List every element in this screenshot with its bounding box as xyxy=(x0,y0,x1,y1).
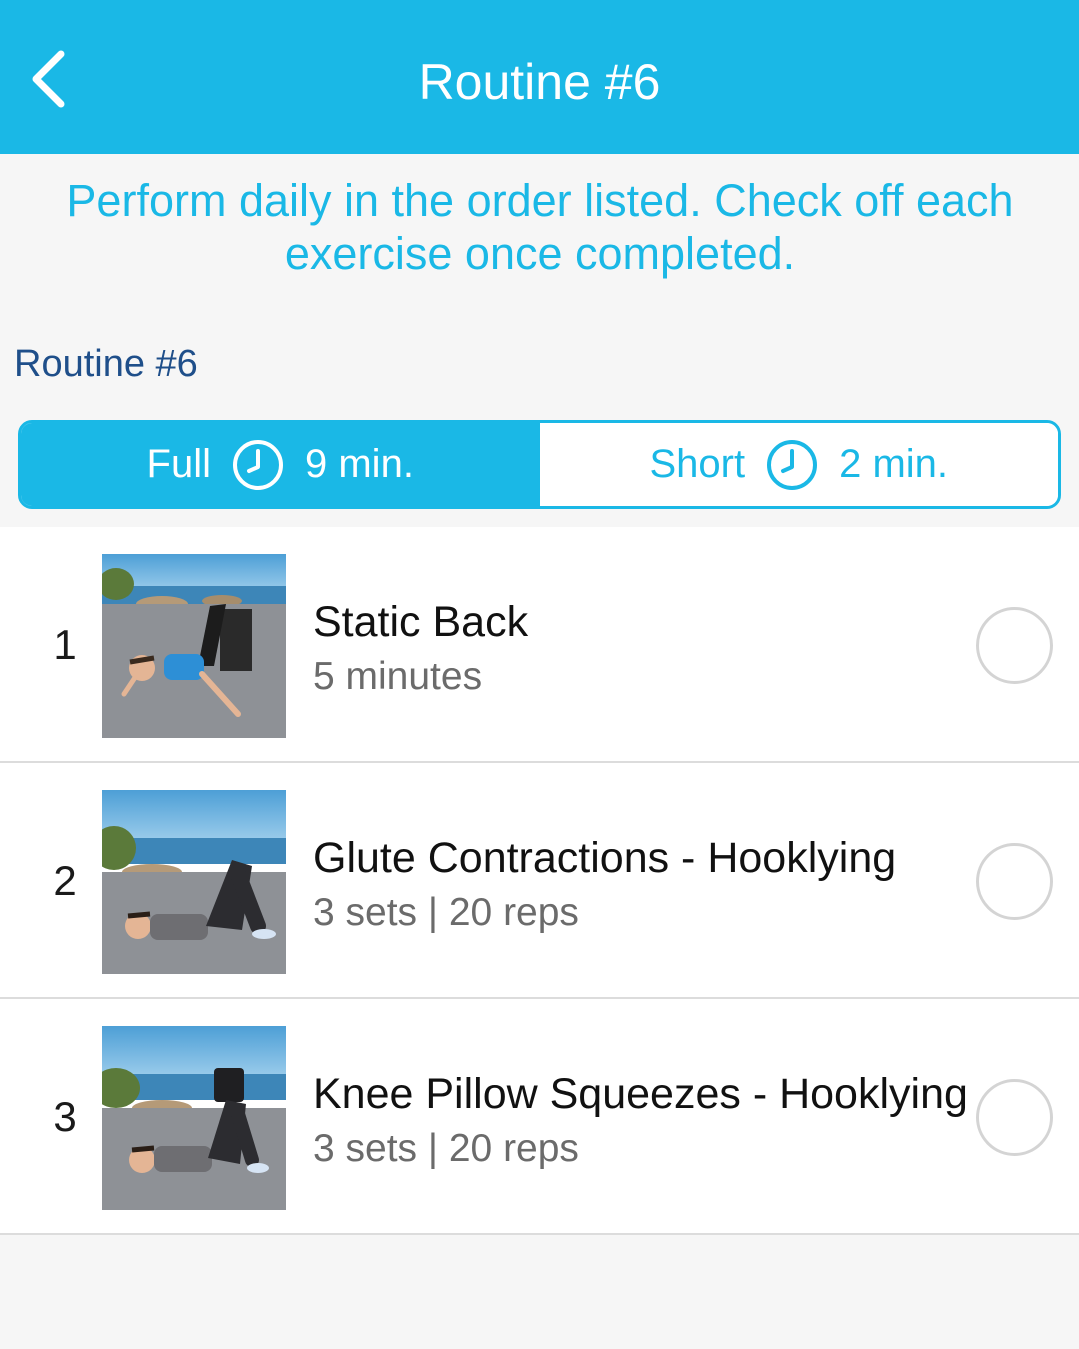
duration-toggle: Full 9 min. Short 2 min. xyxy=(18,420,1061,509)
clock-icon xyxy=(231,438,285,492)
exercise-number: 1 xyxy=(53,621,77,668)
exercise-row[interactable]: 2 Glute Contractions - Hooklying 3 sets … xyxy=(0,763,1079,999)
full-routine-tab[interactable]: Full 9 min. xyxy=(21,423,540,506)
full-duration: 9 min. xyxy=(305,442,414,486)
exercise-list: 1 Static Back 5 minutes 2 Glute Contract… xyxy=(0,527,1079,1235)
exercise-detail: 5 minutes xyxy=(313,655,483,698)
short-routine-tab[interactable]: Short 2 min. xyxy=(539,423,1058,506)
exercise-number: 2 xyxy=(53,857,77,904)
top-app-bar: Routine #6 xyxy=(0,0,1079,154)
complete-checkbox[interactable] xyxy=(976,1079,1053,1156)
exercise-thumbnail[interactable] xyxy=(102,554,286,738)
exercise-name: Knee Pillow Squeezes - Hooklying xyxy=(313,1070,968,1118)
exercise-detail: 3 sets | 20 reps xyxy=(313,1127,579,1170)
exercise-name: Static Back xyxy=(313,598,529,646)
exercise-row[interactable]: 3 Knee Pillow Squeezes - Hooklying 3 set… xyxy=(0,999,1079,1235)
complete-checkbox[interactable] xyxy=(976,607,1053,684)
exercise-thumbnail[interactable] xyxy=(102,790,286,974)
exercise-name: Glute Contractions - Hooklying xyxy=(313,834,897,882)
short-label: Short xyxy=(649,442,746,486)
clock-icon xyxy=(765,438,819,492)
instructions-text: Perform daily in the order listed. Check… xyxy=(66,175,1014,279)
exercise-thumbnail[interactable] xyxy=(102,1026,286,1210)
full-label: Full xyxy=(146,442,211,486)
page-title: Routine #6 xyxy=(418,54,661,110)
exercise-number: 3 xyxy=(53,1093,77,1140)
routine-section-title: Routine #6 xyxy=(14,343,198,385)
exercise-detail: 3 sets | 20 reps xyxy=(313,891,579,934)
complete-checkbox[interactable] xyxy=(976,843,1053,920)
exercise-row[interactable]: 1 Static Back 5 minutes xyxy=(0,527,1079,763)
short-duration: 2 min. xyxy=(839,442,949,486)
